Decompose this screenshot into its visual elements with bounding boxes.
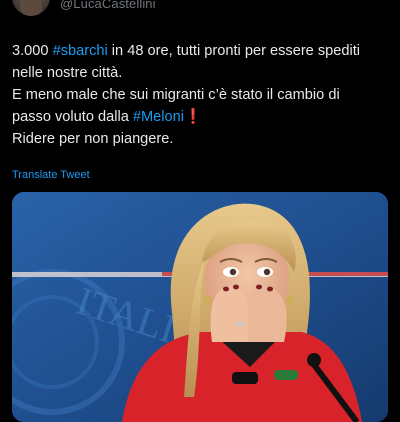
tweet-line-3: E meno male che sui migranti c’è stato i… xyxy=(12,87,340,103)
photo-illustration: ITALIA xyxy=(12,192,388,422)
tweet-line-5: Ridere per non piangere. xyxy=(12,131,174,147)
watch xyxy=(232,372,258,384)
hashtag-meloni-link[interactable]: #Meloni xyxy=(133,109,184,125)
left-pupil xyxy=(229,268,237,276)
ring xyxy=(237,321,243,327)
tweet-text-segment: in 48 ore, tutti pronti per essere spedi… xyxy=(107,43,361,59)
tweet-text-segment: 3.000 xyxy=(12,43,53,59)
left-earring xyxy=(204,296,212,304)
author-avatar[interactable] xyxy=(12,0,50,16)
tweet-text: 3.000 #sbarchi in 48 ore, tutti pronti p… xyxy=(12,40,388,150)
bracelet xyxy=(274,370,298,380)
tweet-line-2: nelle nostre città. xyxy=(12,65,123,81)
right-pupil xyxy=(263,268,271,276)
tweet-header: @LucaCastellini xyxy=(0,0,400,20)
tweet-line-1: 3.000 #sbarchi in 48 ore, tutti pronti p… xyxy=(12,40,388,62)
author-handle[interactable]: @LucaCastellini xyxy=(60,0,156,12)
right-earring xyxy=(286,296,294,304)
tweet-media-photo[interactable]: ITALIA xyxy=(12,192,388,422)
translate-tweet-link[interactable]: Translate Tweet xyxy=(12,168,90,182)
exclamation-mark-icon: ❗ xyxy=(184,109,203,125)
tweet-text-segment: passo voluto dalla xyxy=(12,109,133,125)
microphone-head xyxy=(307,353,321,367)
tweet-line-4: passo voluto dalla #Meloni❗ xyxy=(12,106,388,128)
hashtag-sbarchi-link[interactable]: #sbarchi xyxy=(53,43,108,59)
